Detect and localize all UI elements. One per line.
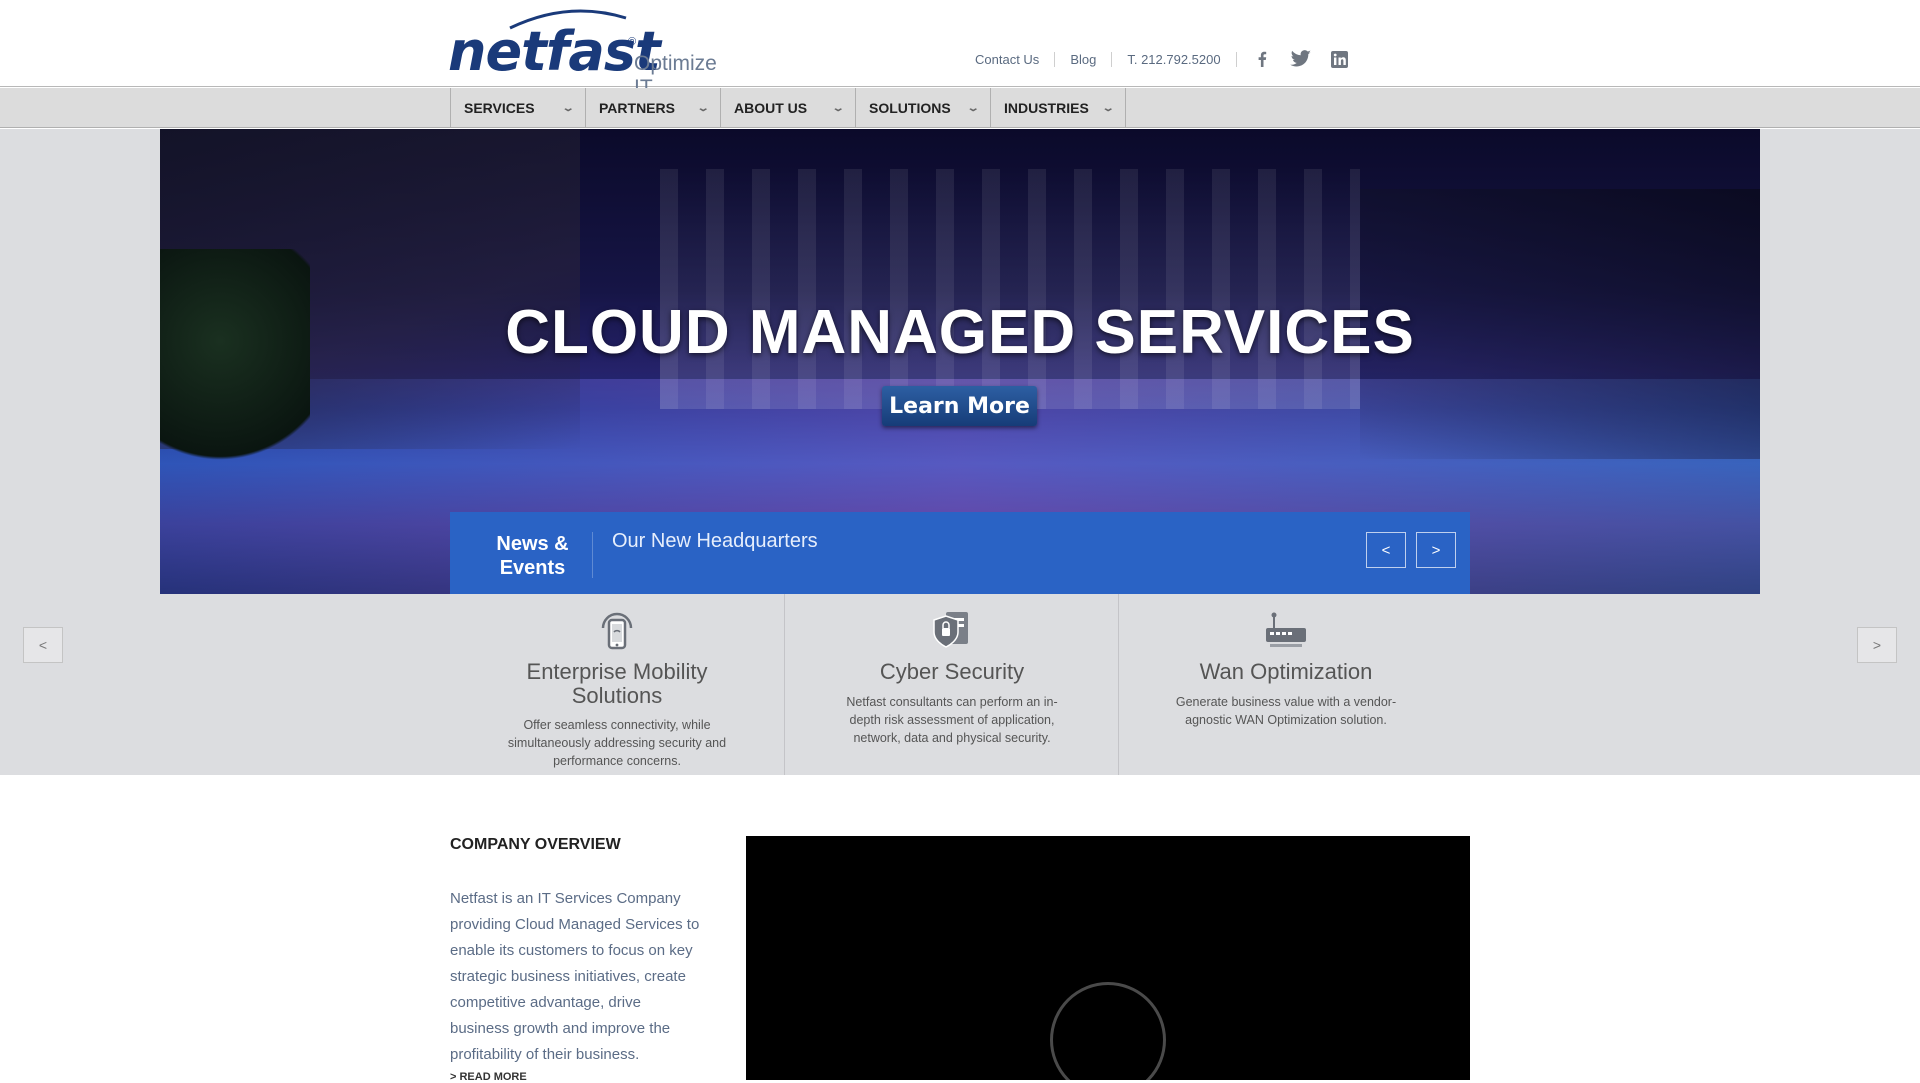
feature-title-line1: Wan Optimization [1199, 659, 1373, 684]
facebook-icon[interactable] [1251, 49, 1273, 69]
learn-more-button[interactable]: Learn More [882, 386, 1037, 426]
feature-title: Wan Optimization [1139, 660, 1433, 684]
chevron-down-icon: ⌄ [696, 102, 710, 114]
hero-title: CLOUD MANAGED SERVICES [505, 298, 1415, 367]
logo-wordmark: netfast [448, 20, 661, 83]
feature-panels: Enterprise Mobility Solutions Offer seam… [450, 594, 1470, 775]
feature-title-line2: Solutions [571, 683, 663, 708]
nav-item-label: SERVICES [464, 100, 535, 116]
news-next-button[interactable]: > [1416, 532, 1456, 568]
carousel-next-button[interactable]: > [1857, 627, 1897, 663]
news-divider [592, 532, 593, 578]
feature-enterprise-mobility[interactable]: Enterprise Mobility Solutions Offer seam… [450, 594, 784, 775]
chevron-down-icon: ⌄ [831, 102, 845, 114]
feature-description: Generate business value with a vendor-ag… [1175, 695, 1397, 727]
site-header: netfast ® Optimize IT Contact Us Blog T.… [0, 0, 1920, 99]
feature-cyber-security[interactable]: Cyber Security Netfast consultants can p… [784, 594, 1118, 775]
nav-item-industries[interactable]: INDUSTRIES ⌄ [991, 88, 1126, 128]
feature-title-line1: Cyber Security [879, 659, 1025, 684]
mobile-phone-icon [601, 612, 633, 650]
contact-us-link[interactable]: Contact Us [975, 51, 1056, 67]
carousel-prev-button[interactable]: < [23, 627, 63, 663]
shield-icon [932, 612, 968, 648]
nav-item-label: SOLUTIONS [869, 100, 951, 116]
chevron-down-icon: ⌄ [1101, 102, 1115, 114]
phone-number[interactable]: T. 212.792.5200 [1112, 51, 1237, 67]
blog-link[interactable]: Blog [1055, 51, 1113, 67]
company-overview-title: COMPANY OVERVIEW [450, 836, 621, 853]
nav-item-partners[interactable]: PARTNERS ⌄ [586, 88, 721, 128]
nav-item-about-us[interactable]: ABOUT US ⌄ [721, 88, 856, 128]
nav-item-label: INDUSTRIES [1004, 100, 1089, 116]
chevron-down-icon: ⌄ [966, 102, 980, 114]
feature-wan-optimization[interactable]: Wan Optimization Generate business value… [1118, 594, 1452, 775]
twitter-icon[interactable] [1289, 49, 1312, 69]
nav-item-services[interactable]: SERVICES ⌄ [451, 88, 586, 128]
linkedin-icon[interactable] [1329, 49, 1351, 69]
logo-registered-mark: ® [628, 36, 637, 48]
news-prev-button[interactable]: < [1366, 532, 1406, 568]
news-label-line2: Events [499, 557, 566, 579]
video-player[interactable] [746, 836, 1470, 1080]
news-events-label: News & Events [450, 532, 615, 580]
netfast-logo[interactable]: netfast ® Optimize IT [448, 8, 738, 99]
router-icon [1265, 612, 1306, 647]
nav-item-label: ABOUT US [734, 100, 808, 116]
news-label-line1: News & [496, 533, 569, 555]
feature-title: Enterprise Mobility Solutions [470, 660, 764, 708]
read-more-link[interactable]: > READ MORE [450, 1071, 527, 1083]
feature-title: Cyber Security [805, 660, 1099, 684]
feature-description: Offer seamless connectivity, while simul… [507, 718, 727, 768]
chevron-down-icon: ⌄ [561, 102, 575, 114]
loading-spinner-icon [1050, 982, 1166, 1080]
top-links: Contact Us Blog T. 212.792.5200 [975, 49, 1368, 69]
main-nav: SERVICES ⌄ PARTNERS ⌄ ABOUT US ⌄ SOLUTIONS ⌄… [450, 88, 1126, 128]
nav-item-solutions[interactable]: SOLUTIONS ⌄ [856, 88, 991, 128]
city-skyline [660, 169, 1360, 409]
company-overview-text: Netfast is an IT Services Company provid… [450, 890, 700, 1063]
news-events-bar: News & Events Our New Headquarters < > [450, 512, 1470, 594]
main-navbar: SERVICES ⌄ PARTNERS ⌄ ABOUT US ⌄ SOLUTIONS ⌄… [0, 88, 1920, 128]
social-links [1251, 49, 1368, 69]
nav-item-label: PARTNERS [599, 100, 675, 116]
news-headline[interactable]: Our New Headquarters [612, 530, 818, 553]
feature-title-line1: Enterprise Mobility [526, 659, 708, 684]
feature-description: Netfast consultants can perform an in-de… [846, 695, 1058, 745]
